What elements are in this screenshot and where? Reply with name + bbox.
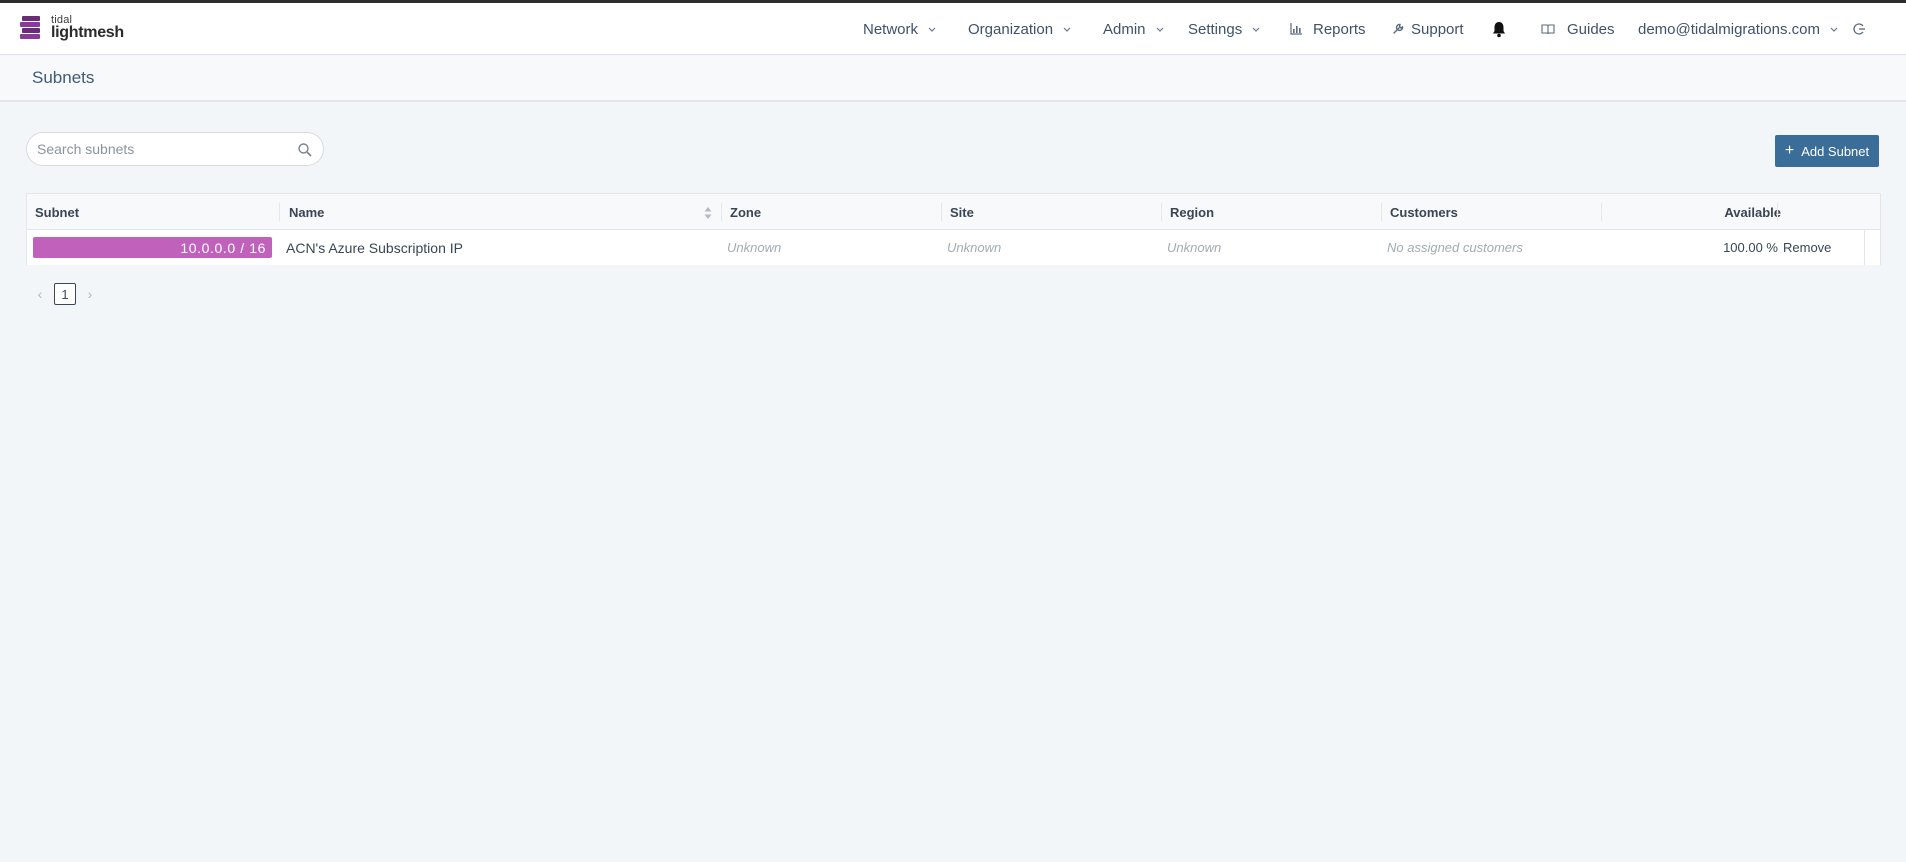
nav-organization[interactable]: Organization bbox=[968, 3, 1072, 55]
nav-guides-label: Guides bbox=[1567, 20, 1615, 38]
subnet-site: Unknown bbox=[947, 240, 1002, 255]
nav-guides[interactable]: Guides bbox=[1541, 3, 1615, 55]
subnet-customers: No assigned customers bbox=[1387, 240, 1523, 255]
page-header: Subnets bbox=[0, 56, 1906, 102]
add-subnet-button[interactable]: + Add Subnet bbox=[1775, 135, 1879, 167]
nav-reports[interactable]: Reports bbox=[1289, 3, 1366, 55]
sort-icon[interactable] bbox=[703, 206, 713, 220]
brand-logo[interactable]: tidal lightmesh bbox=[20, 13, 130, 43]
nav-reports-label: Reports bbox=[1313, 20, 1366, 38]
search-input[interactable] bbox=[37, 139, 287, 159]
nav-settings[interactable]: Settings bbox=[1188, 3, 1261, 55]
column-divider bbox=[1161, 203, 1162, 221]
search-icon[interactable] bbox=[297, 142, 313, 158]
add-subnet-label: Add Subnet bbox=[1801, 143, 1870, 159]
bar-chart-icon bbox=[1290, 23, 1302, 35]
column-divider bbox=[721, 203, 722, 221]
column-header-region[interactable]: Region bbox=[1170, 194, 1214, 230]
chevron-down-icon bbox=[1830, 27, 1838, 32]
column-header-name[interactable]: Name bbox=[289, 194, 324, 230]
column-divider bbox=[941, 203, 942, 221]
chevron-down-icon bbox=[1156, 27, 1163, 32]
subnet-region: Unknown bbox=[1167, 240, 1222, 255]
column-header-subnet[interactable]: Subnet bbox=[35, 194, 79, 230]
column-header-zone[interactable]: Zone bbox=[730, 194, 761, 230]
table-header: Subnet Name Zone Site Region Customers A… bbox=[27, 194, 1880, 230]
table-row[interactable]: 10.0.0.0 / 16 ACN's Azure Subscription I… bbox=[27, 230, 1880, 265]
chevron-down-icon bbox=[1063, 27, 1071, 32]
search-box[interactable] bbox=[26, 132, 324, 166]
page-title: Subnets bbox=[32, 68, 95, 87]
column-divider bbox=[279, 203, 280, 221]
bell-icon bbox=[1493, 22, 1505, 38]
chevron-down-icon bbox=[928, 27, 936, 32]
next-page-button[interactable]: › bbox=[82, 286, 98, 302]
logo-icon bbox=[20, 16, 40, 39]
brand-name: lightmesh bbox=[51, 24, 124, 41]
notifications-button[interactable] bbox=[1490, 3, 1508, 55]
logout-button[interactable] bbox=[1852, 3, 1866, 55]
plus-icon: + bbox=[1784, 142, 1795, 159]
subnets-table: Subnet Name Zone Site Region Customers A… bbox=[26, 193, 1881, 265]
nav-network[interactable]: Network bbox=[863, 3, 937, 55]
subnet-utilization-bar[interactable]: 10.0.0.0 / 16 bbox=[33, 237, 272, 258]
nav-network-label: Network bbox=[863, 20, 919, 38]
row-scroll-gutter bbox=[1864, 230, 1880, 265]
subnet-name[interactable]: ACN's Azure Subscription IP bbox=[286, 230, 463, 265]
subnet-available: 100.00 % bbox=[1723, 240, 1778, 255]
nav-admin[interactable]: Admin bbox=[1103, 3, 1165, 55]
top-navbar: tidal lightmesh Network Organization Adm… bbox=[0, 3, 1906, 55]
column-header-customers[interactable]: Customers bbox=[1390, 194, 1458, 230]
wrench-icon bbox=[1393, 23, 1404, 34]
column-divider bbox=[1601, 203, 1602, 221]
column-header-available[interactable]: Available bbox=[1661, 194, 1781, 230]
pagination: ‹ 1 › bbox=[32, 283, 98, 305]
logout-icon bbox=[1853, 23, 1865, 35]
nav-organization-label: Organization bbox=[968, 20, 1054, 38]
remove-subnet-button[interactable]: Remove bbox=[1783, 230, 1831, 265]
nav-settings-label: Settings bbox=[1188, 20, 1243, 38]
subnet-zone: Unknown bbox=[727, 240, 782, 255]
chevron-down-icon bbox=[1252, 27, 1260, 32]
prev-page-button[interactable]: ‹ bbox=[32, 286, 48, 302]
column-header-site[interactable]: Site bbox=[950, 194, 974, 230]
column-divider bbox=[1777, 203, 1778, 221]
user-email: demo@tidalmigrations.com bbox=[1638, 20, 1820, 38]
nav-admin-label: Admin bbox=[1103, 20, 1146, 38]
book-icon bbox=[1541, 24, 1555, 35]
user-menu[interactable]: demo@tidalmigrations.com bbox=[1638, 3, 1839, 55]
nav-support[interactable]: Support bbox=[1391, 3, 1464, 55]
column-divider bbox=[1381, 203, 1382, 221]
page-number-current[interactable]: 1 bbox=[54, 283, 76, 305]
nav-support-label: Support bbox=[1411, 20, 1464, 38]
